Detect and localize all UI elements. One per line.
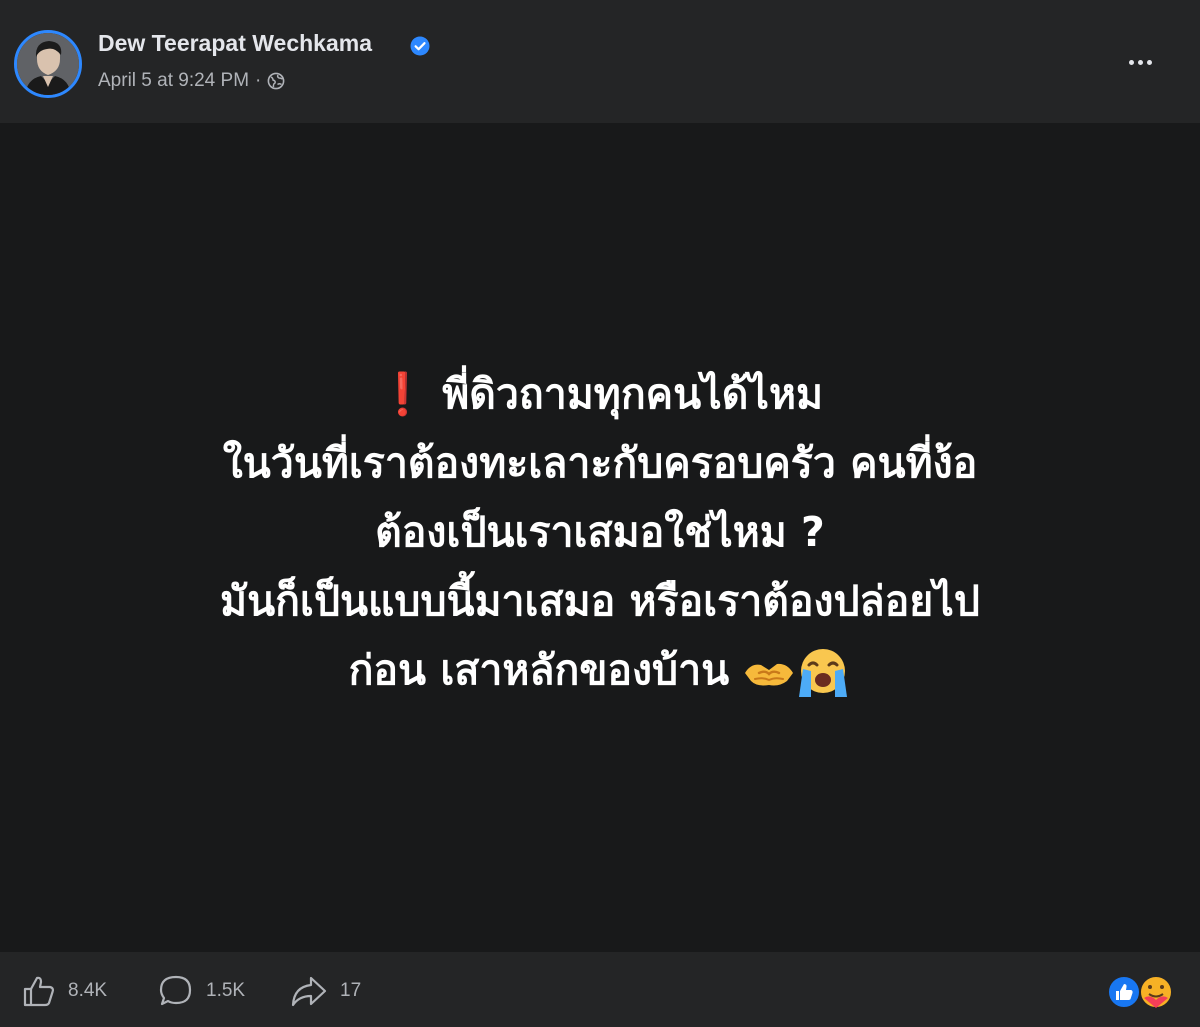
author-avatar[interactable] [14,30,82,98]
facebook-post: Dew Teerapat Wechkama April 5 at 9:24 PM… [0,0,1200,1027]
post-body: ❗ พี่ดิวถามทุกคนได้ไหม ในวันที่เราต้องทะ… [0,360,1200,705]
comment-count: 1.5K [206,980,246,1001]
post-actions-bar: 8.4K 1.5K 17 [0,952,1200,1027]
verified-badge-icon [410,36,430,56]
meta-separator: · [255,70,262,91]
post-header: Dew Teerapat Wechkama April 5 at 9:24 PM… [0,0,1200,123]
avatar-portrait-icon [17,33,79,95]
like-button[interactable]: 8.4K [22,974,107,1008]
thumbs-up-icon [23,976,55,1007]
post-body-line: ❗ พี่ดิวถามทุกคนได้ไหม [376,370,824,418]
post-body-last-line: ก่อน เสาหลักของบ้าน [0,636,1200,705]
post-meta: April 5 at 9:24 PM · [98,70,285,92]
care-reaction-icon [1139,975,1173,1009]
globe-icon[interactable] [267,72,285,90]
post-body-line: ก่อน เสาหลักของบ้าน [348,646,730,694]
share-button[interactable]: 17 [290,974,361,1008]
handshake-emoji-icon [745,663,794,686]
more-options-icon[interactable] [1120,50,1160,74]
author-name[interactable]: Dew Teerapat Wechkama [98,30,372,57]
post-timestamp[interactable]: April 5 at 9:24 PM [98,70,249,92]
reactions-summary[interactable] [1106,974,1178,1010]
comment-button[interactable]: 1.5K [158,974,245,1008]
share-arrow-icon [291,976,327,1007]
crying-face-emoji-icon [799,649,848,697]
post-body-line: ต้องเป็นเราเสมอใช่ไหม ? [375,508,825,556]
comment-bubble-icon [159,975,192,1006]
like-reaction-icon [1107,975,1141,1009]
like-count: 8.4K [68,980,108,1001]
post-body-line: ในวันที่เราต้องทะเลาะกับครอบครัว คนที่ง้… [222,439,978,487]
post-body-line: มันก็เป็นแบบนี้มาเสมอ หรือเราต้องปล่อยไป [220,577,980,625]
share-count: 17 [340,980,362,1001]
